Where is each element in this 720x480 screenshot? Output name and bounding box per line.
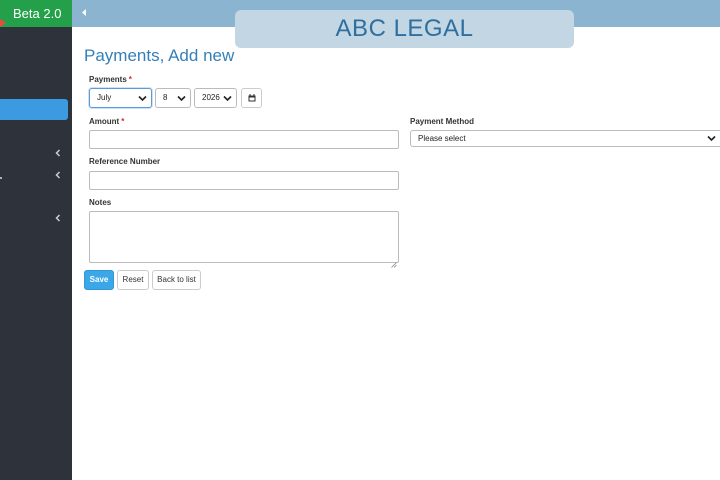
- sidebar: Beta 2.0: [0, 0, 72, 480]
- payment-method-value: Please select: [418, 134, 466, 143]
- app-title: ABC LEGAL: [235, 10, 574, 48]
- payment-year-select[interactable]: 2026: [194, 88, 237, 108]
- chevron-down-icon: [707, 135, 716, 142]
- resize-grip-icon[interactable]: [391, 255, 397, 268]
- amount-input[interactable]: [89, 130, 399, 149]
- calendar-icon: [242, 94, 261, 102]
- reference-number-label: Reference Number: [89, 157, 161, 166]
- payments-label-text: Payments: [89, 75, 127, 84]
- notes-textarea[interactable]: [89, 211, 399, 268]
- sidebar-item-marker: [0, 177, 2, 179]
- amount-label-text: Amount: [89, 117, 120, 126]
- calendar-button[interactable]: [241, 88, 262, 108]
- payment-day-select[interactable]: 8: [155, 88, 191, 108]
- sidebar-item-active[interactable]: [0, 99, 68, 120]
- chevron-down-icon: [177, 95, 186, 102]
- sidebar-expand-icon[interactable]: [54, 149, 62, 157]
- reference-number-input[interactable]: [89, 171, 399, 190]
- amount-label: Amount *: [89, 117, 124, 126]
- page-title: Payments, Add new: [84, 46, 235, 65]
- payment-method-label: Payment Method: [410, 117, 475, 126]
- payment-year-value: 2026: [202, 93, 220, 102]
- payment-day-value: 8: [163, 93, 168, 102]
- reset-button[interactable]: Reset: [117, 270, 149, 290]
- brand-logo-icon: [0, 9, 6, 27]
- chevron-down-icon: [138, 95, 147, 102]
- chevron-down-icon: [223, 95, 232, 102]
- required-marker: *: [128, 75, 132, 84]
- sidebar-expand-icon[interactable]: [54, 214, 62, 222]
- brand-version-label: Beta 2.0: [13, 6, 62, 21]
- payment-method-select[interactable]: Please select: [410, 130, 720, 147]
- payments-label: Payments *: [89, 75, 132, 84]
- back-to-list-button[interactable]: Back to list: [152, 270, 201, 290]
- notes-label: Notes: [89, 198, 112, 207]
- sidebar-collapse-icon[interactable]: [80, 8, 88, 17]
- save-button[interactable]: Save: [84, 270, 114, 290]
- brand-badge[interactable]: Beta 2.0: [0, 0, 72, 27]
- payment-month-value: July: [97, 93, 112, 102]
- sidebar-expand-icon[interactable]: [54, 171, 62, 179]
- payment-month-select[interactable]: July: [89, 88, 152, 108]
- required-marker: *: [121, 117, 125, 126]
